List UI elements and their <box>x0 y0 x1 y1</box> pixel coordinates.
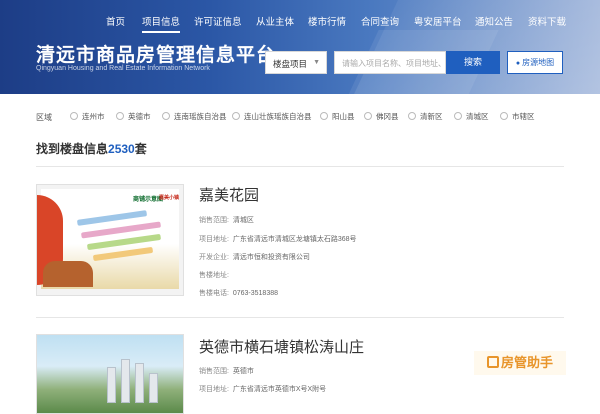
district-option[interactable]: 清城区 <box>454 111 489 122</box>
image-label: 嘉美小镇 <box>159 195 180 201</box>
district-filter: 区域 连州市 英德市 连南瑶族自治县 连山壮族瑶族自治县 阳山县 佛冈县 清新区… <box>0 111 600 125</box>
search-input[interactable]: 请输入项目名称、项目地址、开 <box>334 51 446 74</box>
nav-item-projects[interactable]: 项目信息 <box>142 14 181 33</box>
listing-address: 项目地址: 广东省清远市英德市X号X附号 <box>199 386 327 393</box>
nav-item-downloads[interactable]: 资料下载 <box>528 14 566 28</box>
listing-sales-address: 售楼地址: <box>199 272 229 279</box>
district-option[interactable]: 佛冈县 <box>364 111 399 122</box>
district-option[interactable]: 连南瑶族自治县 <box>162 111 227 122</box>
search-type-value: 楼盘项目 <box>273 59 308 69</box>
radio-icon <box>162 112 170 120</box>
site-subtitle: Qingyuan Housing and Real Estate Informa… <box>36 65 210 72</box>
listing-sales-range: 销售范围: 清城区 <box>199 217 254 224</box>
house-icon <box>486 356 499 368</box>
site-header: 首页 项目信息 许可证信息 从业主体 楼市行情 合同查询 粤安居平台 通知公告 … <box>0 0 600 94</box>
district-option[interactable]: 连州市 <box>70 111 105 122</box>
nav-item-market[interactable]: 楼市行情 <box>308 14 346 28</box>
listing-developer: 开发企业: 清远市恒和投资有限公司 <box>199 254 310 261</box>
nav-item-home[interactable]: 首页 <box>106 14 125 28</box>
district-option[interactable]: 连山壮族瑶族自治县 <box>232 111 312 122</box>
result-count-number: 2530 <box>108 142 135 156</box>
nav-item-contract[interactable]: 合同查询 <box>361 14 399 28</box>
listing-phone: 售楼电话: 0763-3518388 <box>199 290 278 297</box>
nav-item-yueanju[interactable]: 粤安居平台 <box>414 14 462 28</box>
listing-title[interactable]: 英德市横石塘镇松涛山庄 <box>199 336 364 357</box>
listing-image[interactable]: 商铺示意图 嘉美小镇 <box>36 184 184 296</box>
image-decoration <box>43 261 93 287</box>
radio-icon <box>116 112 124 120</box>
nav-item-practitioners[interactable]: 从业主体 <box>256 14 294 28</box>
district-option[interactable]: 清新区 <box>408 111 443 122</box>
radio-icon <box>408 112 416 120</box>
chevron-down-icon: ▼ <box>313 59 320 66</box>
map-pin-icon: ● <box>515 60 521 67</box>
listing-address: 项目地址: 广东省清远市清城区龙塘镇太石路368号 <box>199 236 357 243</box>
listing-title[interactable]: 嘉美花园 <box>199 184 259 205</box>
nav-item-permits[interactable]: 许可证信息 <box>194 14 242 28</box>
search-type-select[interactable]: 楼盘项目 ▼ <box>265 51 327 74</box>
site-title: 清远市商品房管理信息平台 <box>36 45 277 66</box>
map-button-label: 房源地图 <box>522 58 555 67</box>
main-nav: 首页 项目信息 许可证信息 从业主体 楼市行情 合同查询 粤安居平台 通知公告 … <box>0 14 600 33</box>
district-filter-label: 区域 <box>36 113 52 122</box>
listing-sales-range: 销售范围: 英德市 <box>199 368 254 375</box>
radio-icon <box>364 112 372 120</box>
district-option[interactable]: 英德市 <box>116 111 151 122</box>
radio-icon <box>454 112 462 120</box>
map-button[interactable]: ● 房源地图 <box>507 51 563 74</box>
divider <box>36 166 564 167</box>
radio-icon <box>500 112 508 120</box>
watermark: 房管助手 <box>474 351 566 375</box>
district-option[interactable]: 阳山县 <box>320 111 355 122</box>
radio-icon <box>232 112 240 120</box>
nav-item-notices[interactable]: 通知公告 <box>475 14 513 28</box>
result-count: 找到楼盘信息2530套 <box>36 142 147 156</box>
radio-icon <box>70 112 78 120</box>
search-button[interactable]: 搜索 <box>446 51 500 74</box>
divider <box>36 317 564 318</box>
radio-icon <box>320 112 328 120</box>
district-option[interactable]: 市辖区 <box>500 111 535 122</box>
listing-image[interactable] <box>36 334 184 414</box>
